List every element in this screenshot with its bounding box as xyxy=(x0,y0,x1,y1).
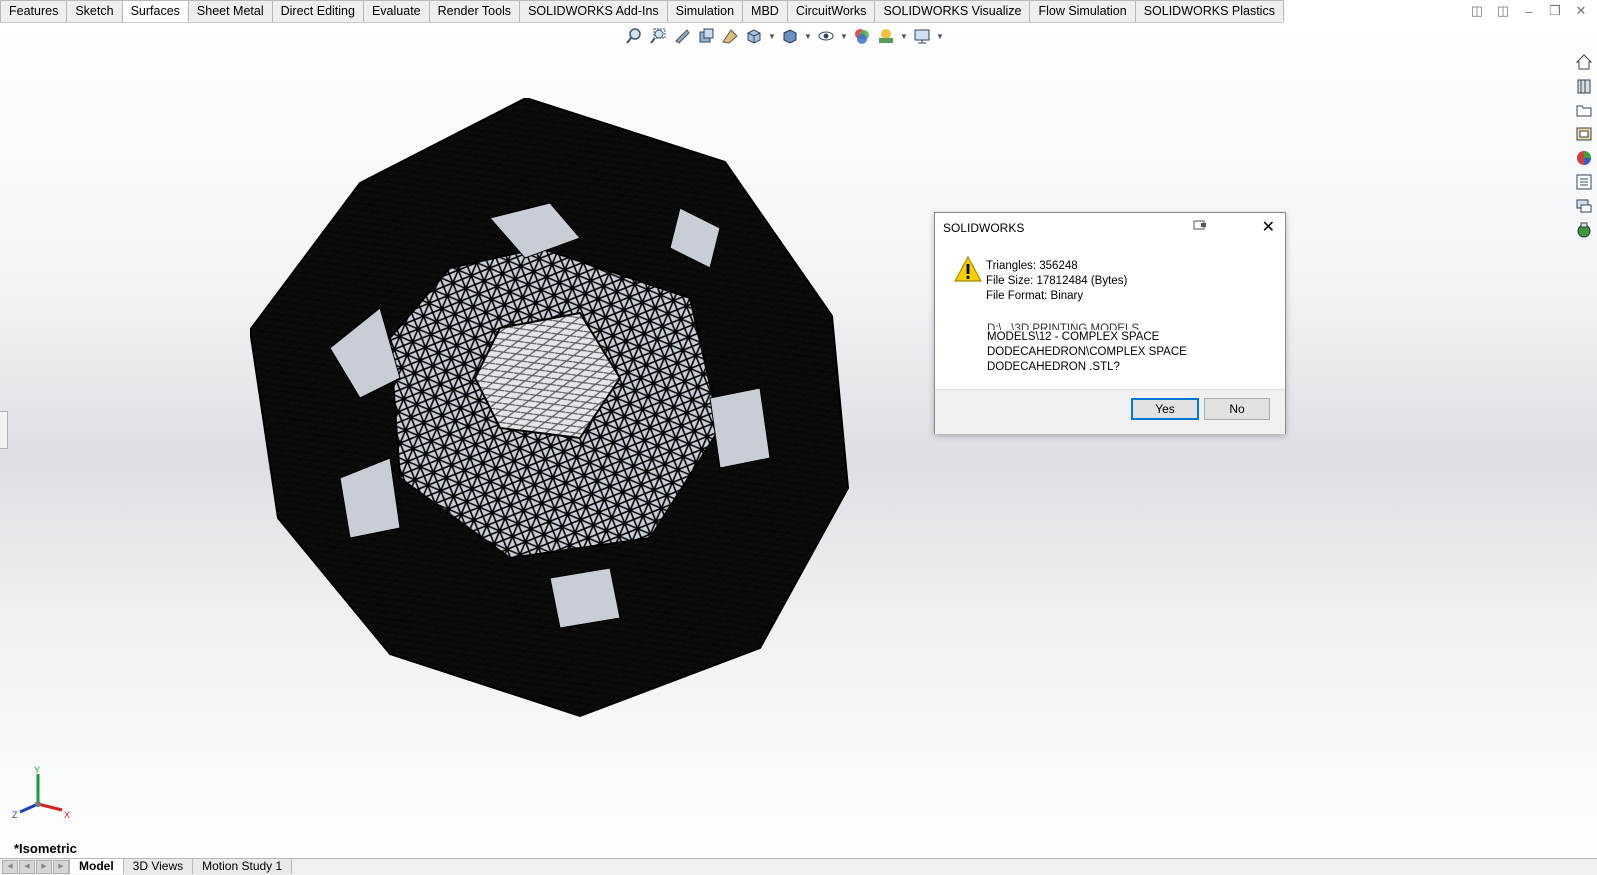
reference-triad: Y X Z xyxy=(12,766,70,820)
hide-show-dropdown-icon[interactable]: ▼ xyxy=(840,32,848,41)
file-size: File Size: 17812484 (Bytes) xyxy=(986,275,1128,287)
warning-icon xyxy=(954,256,982,282)
design-library-icon[interactable] xyxy=(1574,76,1594,96)
view-settings-icon[interactable] xyxy=(912,26,932,46)
previous-view-icon[interactable] xyxy=(672,26,692,46)
file-explorer-icon[interactable] xyxy=(1574,100,1594,120)
apply-scene-icon[interactable] xyxy=(876,26,896,46)
tab-motion-study-1[interactable]: Motion Study 1 xyxy=(192,859,293,874)
dodecahedron-wireframe-model[interactable] xyxy=(250,98,850,718)
tab-solidworks-add-ins[interactable]: SOLIDWORKS Add-Ins xyxy=(519,0,668,22)
tab-features[interactable]: Features xyxy=(0,0,68,22)
last-tab-icon[interactable]: ▶ xyxy=(53,860,69,874)
tab-mbd[interactable]: MBD xyxy=(742,0,788,22)
tab-render-tools[interactable]: Render Tools xyxy=(428,0,521,22)
previous-tab-icon[interactable]: ◀ xyxy=(19,860,35,874)
file-path-line-3: DODECAHEDRON .STL? xyxy=(987,361,1120,373)
appearances-scenes-icon[interactable] xyxy=(1574,148,1594,168)
bottom-tab-bar: ◀ ◀ ▶ ▶ Model 3D Views Motion Study 1 xyxy=(0,858,1597,875)
tab-sketch[interactable]: Sketch xyxy=(66,0,123,22)
file-format: File Format: Binary xyxy=(986,290,1084,302)
yes-button[interactable]: Yes xyxy=(1131,398,1199,420)
dialog-title: SOLIDWORKS xyxy=(943,221,1025,235)
file-path-line-2: DODECAHEDRON\COMPLEX SPACE xyxy=(987,346,1187,358)
no-button[interactable]: No xyxy=(1204,398,1270,420)
restore-icon[interactable]: ❐ xyxy=(1542,2,1568,20)
view-orientation-dropdown-icon[interactable]: ▼ xyxy=(768,32,776,41)
section-view-icon[interactable] xyxy=(696,26,716,46)
dialog-close-icon[interactable]: ✕ xyxy=(1262,217,1275,237)
view-palette-icon[interactable] xyxy=(1574,124,1594,144)
apply-scene-dropdown-icon[interactable]: ▼ xyxy=(900,32,908,41)
edit-appearance-icon[interactable] xyxy=(852,26,872,46)
tile-right-icon[interactable]: ◫ xyxy=(1490,2,1516,20)
file-path-line-1: MODELS\12 - COMPLEX SPACE xyxy=(987,331,1160,343)
tab-sheet-metal[interactable]: Sheet Metal xyxy=(187,0,273,22)
current-view-name: *Isometric xyxy=(14,841,77,856)
tab-model[interactable]: Model xyxy=(69,859,124,874)
window-controls: ◫ ◫ – ❐ ✕ xyxy=(1464,2,1594,20)
forum-icon[interactable] xyxy=(1574,196,1594,216)
x-axis-label: X xyxy=(64,810,70,820)
view-orientation-icon[interactable] xyxy=(744,26,764,46)
dialog-button-bar: Yes No xyxy=(935,389,1285,434)
tab-surfaces[interactable]: Surfaces xyxy=(121,0,189,22)
feature-manager-collapse-handle[interactable] xyxy=(0,411,8,449)
triangles-count: Triangles: 356248 xyxy=(986,260,1078,272)
z-axis-label: Z xyxy=(12,810,18,820)
y-axis-label: Y xyxy=(34,766,40,775)
zoom-to-area-icon[interactable] xyxy=(648,26,668,46)
solidworks-message-dialog: SOLIDWORKS ✕ D:\...\3D PRINTING MODELS M… xyxy=(934,212,1286,434)
tab-solidworks-plastics[interactable]: SOLIDWORKS Plastics xyxy=(1134,0,1284,22)
tile-left-icon[interactable]: ◫ xyxy=(1464,2,1490,20)
first-tab-icon[interactable]: ◀ xyxy=(2,860,18,874)
file-path-clipped-line: D:\...\3D PRINTING MODELS xyxy=(987,323,1140,330)
zoom-to-fit-icon[interactable] xyxy=(624,26,644,46)
tab-evaluate[interactable]: Evaluate xyxy=(362,0,430,22)
command-manager-tabs: Features Sketch Surfaces Sheet Metal Dir… xyxy=(0,0,1284,23)
hide-show-items-icon[interactable] xyxy=(816,26,836,46)
mesh-stats-message: Triangles: 356248 File Size: 17812484 (B… xyxy=(986,259,1127,304)
pin-icon[interactable] xyxy=(1193,220,1207,230)
tab-flow-simulation[interactable]: Flow Simulation xyxy=(1029,0,1136,22)
x-axis-line xyxy=(37,802,63,812)
tab-simulation[interactable]: Simulation xyxy=(666,0,744,22)
task-pane xyxy=(1571,52,1597,240)
display-style-dropdown-icon[interactable]: ▼ xyxy=(804,32,812,41)
minimize-icon[interactable]: – xyxy=(1516,2,1542,20)
next-tab-icon[interactable]: ▶ xyxy=(36,860,52,874)
tab-direct-editing[interactable]: Direct Editing xyxy=(271,0,364,22)
solidworks-plastics-icon[interactable] xyxy=(1574,220,1594,240)
heads-up-view-toolbar: ▼ ▼ ▼ ▼ ▼ xyxy=(624,26,944,46)
tab-solidworks-visualize[interactable]: SOLIDWORKS Visualize xyxy=(874,0,1031,22)
solidworks-resources-icon[interactable] xyxy=(1574,52,1594,72)
close-icon[interactable]: ✕ xyxy=(1568,2,1594,20)
file-path-message: D:\...\3D PRINTING MODELS MODELS\12 - CO… xyxy=(987,323,1217,375)
tab-scroll-controls: ◀ ◀ ▶ ▶ xyxy=(0,859,70,875)
tab-3d-views[interactable]: 3D Views xyxy=(122,859,194,874)
tab-circuitworks[interactable]: CircuitWorks xyxy=(786,0,876,22)
custom-properties-icon[interactable] xyxy=(1574,172,1594,192)
dynamic-annotation-icon[interactable] xyxy=(720,26,740,46)
display-style-icon[interactable] xyxy=(780,26,800,46)
view-settings-dropdown-icon[interactable]: ▼ xyxy=(936,32,944,41)
